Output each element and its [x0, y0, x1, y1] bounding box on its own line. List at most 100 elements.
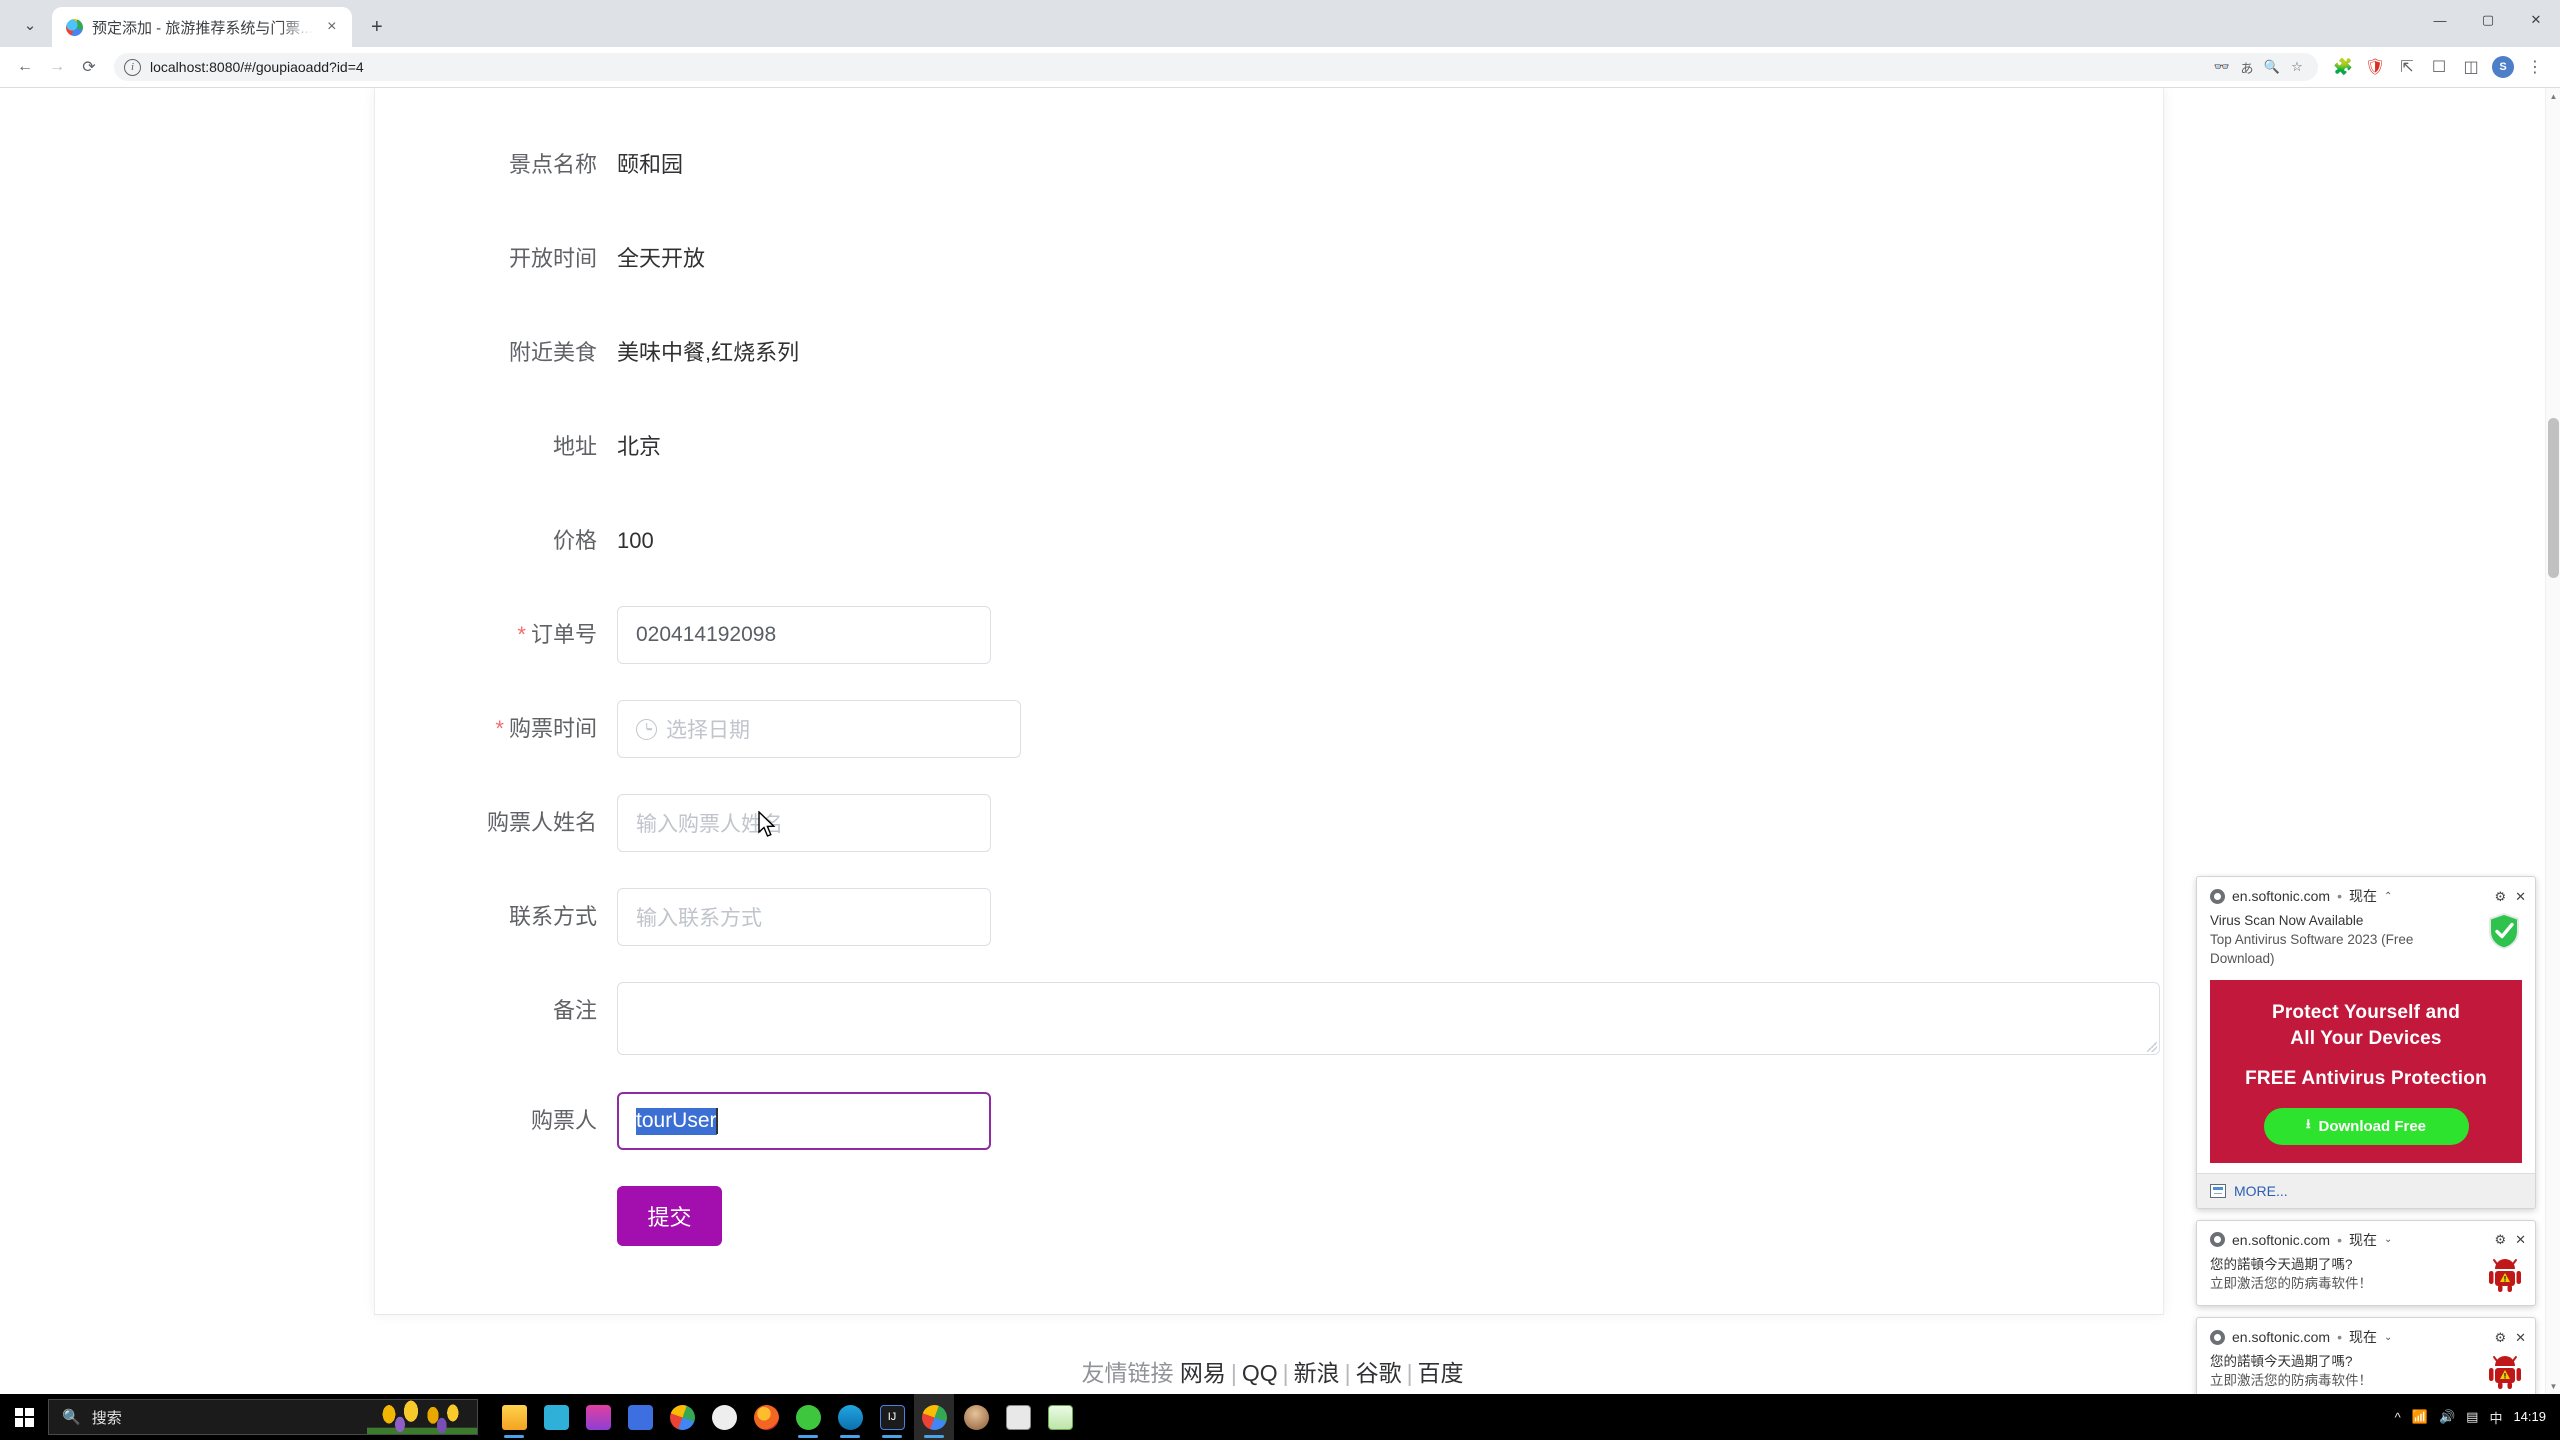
notification-stack: en.softonic.com • 现在 ⌃ ⚙ ✕ Virus Scan No…: [2196, 876, 2536, 1394]
close-window-icon[interactable]: ✕: [2512, 0, 2560, 40]
required-asterisk: *: [517, 622, 526, 647]
forward-icon[interactable]: →: [42, 52, 72, 82]
link-netease[interactable]: 网易: [1180, 1360, 1226, 1386]
address-bar[interactable]: i localhost:8080/#/goupiaoadd?id=4 👓 あ 🔍…: [114, 53, 2318, 81]
contact-input[interactable]: 输入联系方式: [617, 888, 991, 946]
tab-search-button[interactable]: ⌄: [8, 6, 52, 44]
bookmark-star-icon[interactable]: ☆: [2286, 56, 2308, 78]
chrome-icon: [2210, 888, 2225, 904]
link-qq[interactable]: QQ: [1242, 1360, 1278, 1386]
new-tab-button[interactable]: +: [360, 10, 394, 44]
share-icon[interactable]: ⇱: [2392, 52, 2422, 82]
notification-more-link[interactable]: MORE...: [2197, 1172, 2535, 1208]
chevron-up-icon[interactable]: ⌃: [2384, 891, 2392, 902]
buyer-input[interactable]: tourUser: [617, 1092, 991, 1150]
chevron-down-icon[interactable]: ⌄: [2384, 1234, 2392, 1245]
friend-links: 友情链接 网易 | QQ | 新浪 | 谷歌 | 百度: [0, 1354, 2545, 1388]
back-icon[interactable]: ←: [10, 52, 40, 82]
form-row-buy-time: * 购票时间 选择日期: [375, 700, 2163, 794]
extension-puzzle-icon[interactable]: 🧩: [2328, 52, 2358, 82]
taskbar-app-teal[interactable]: [830, 1394, 870, 1440]
site-info-icon[interactable]: i: [124, 58, 141, 76]
cast-icon[interactable]: ☐: [2424, 52, 2454, 82]
scroll-up-icon[interactable]: ▲: [2546, 88, 2560, 104]
calculator-icon: [1005, 1404, 1031, 1430]
close-icon[interactable]: ×: [322, 17, 342, 37]
submit-button[interactable]: 提交: [617, 1186, 722, 1246]
taskbar-app-chrome[interactable]: [662, 1394, 702, 1440]
taskbar-app-wechat[interactable]: [788, 1394, 828, 1440]
shield-icon[interactable]: 🛡: [2360, 52, 2390, 82]
taskbar-app-calculator[interactable]: [998, 1394, 1038, 1440]
label-buyer: 购票人: [530, 1108, 597, 1133]
taskbar-clock[interactable]: 14:19: [2513, 1409, 2546, 1426]
link-separator: |: [1230, 1360, 1237, 1386]
app-teal-icon: [837, 1404, 863, 1430]
red-android-warning-icon: [2489, 1356, 2521, 1390]
gear-icon[interactable]: ⚙: [2494, 1233, 2506, 1246]
notification-toast[interactable]: en.softonic.com • 现在 ⌃ ⚙ ✕ Virus Scan No…: [2196, 876, 2536, 1209]
label-buyer-name: 购票人姓名: [486, 810, 597, 835]
scrollbar-thumb[interactable]: [2548, 418, 2559, 578]
taskbar-app-white[interactable]: [704, 1394, 744, 1440]
taskbar-app-chrome-active[interactable]: [914, 1394, 954, 1440]
notification-ad-banner[interactable]: Protect Yourself and All Your Devices FR…: [2210, 980, 2522, 1163]
gear-icon[interactable]: ⚙: [2494, 1331, 2506, 1344]
menu-kebab-icon[interactable]: ⋮: [2520, 52, 2550, 82]
zoom-icon[interactable]: 🔍: [2261, 56, 2283, 78]
ime-icon[interactable]: 中: [2489, 1408, 2502, 1427]
taskbar-app-brown[interactable]: [956, 1394, 996, 1440]
taskbar-app-pink[interactable]: [578, 1394, 618, 1440]
link-sina[interactable]: 新浪: [1294, 1360, 1340, 1386]
avatar[interactable]: S: [2488, 52, 2518, 82]
notepad-icon: [1047, 1404, 1073, 1430]
glasses-icon[interactable]: 👓: [2211, 56, 2233, 78]
notification-source: en.softonic.com: [2232, 888, 2331, 904]
reload-icon[interactable]: ⟳: [74, 52, 104, 82]
form-row-price: 价格 100: [375, 512, 2163, 606]
up-chevron-icon[interactable]: ^: [2395, 1410, 2401, 1425]
gear-icon[interactable]: ⚙: [2494, 890, 2506, 903]
page-scrollbar[interactable]: ▲ ▼: [2545, 88, 2560, 1394]
chevron-down-icon[interactable]: ⌄: [2384, 1332, 2392, 1343]
notification-toast[interactable]: en.softonic.com • 现在 ⌄ ⚙ ✕ 您的諾頓今天過期了嗎? 立…: [2196, 1219, 2536, 1307]
tab-title: 预定添加 - 旅游推荐系统与门票...: [92, 19, 313, 37]
link-baidu[interactable]: 百度: [1418, 1360, 1464, 1386]
buyer-name-input[interactable]: 输入购票人姓名: [617, 794, 991, 852]
maximize-icon[interactable]: ▢: [2464, 0, 2512, 40]
close-icon[interactable]: ✕: [2515, 890, 2526, 903]
link-google[interactable]: 谷歌: [1356, 1360, 1402, 1386]
notification-title: Virus Scan Now Available: [2210, 913, 2364, 928]
scroll-down-icon[interactable]: ▼: [2546, 1378, 2560, 1394]
network-icon[interactable]: 📶: [2412, 1409, 2428, 1425]
minimize-icon[interactable]: —: [2416, 0, 2464, 40]
download-free-label: Download Free: [2318, 1117, 2427, 1135]
battery-icon[interactable]: ▤: [2466, 1409, 2478, 1425]
remark-textarea[interactable]: [617, 982, 2160, 1055]
label-address: 地址: [552, 434, 597, 459]
window-split-icon[interactable]: ◫: [2456, 52, 2486, 82]
system-tray: ^ 📶 🔊 ▤ 中 14:19: [2395, 1408, 2560, 1427]
app-p-icon: [627, 1404, 653, 1430]
taskbar-app-firefox[interactable]: [746, 1394, 786, 1440]
browser-tab[interactable]: 预定添加 - 旅游推荐系统与门票... ×: [52, 7, 352, 47]
close-icon[interactable]: ✕: [2515, 1331, 2526, 1344]
taskbar-app-blue[interactable]: [536, 1394, 576, 1440]
search-icon: 🔍: [62, 1409, 81, 1426]
taskbar-app-notepad[interactable]: [1040, 1394, 1080, 1440]
buy-time-datepicker[interactable]: 选择日期: [617, 700, 1021, 758]
app-running-indicator: [840, 1435, 860, 1438]
notification-dot: •: [2337, 1329, 2342, 1346]
link-separator: |: [1406, 1360, 1413, 1386]
close-icon[interactable]: ✕: [2515, 1233, 2526, 1246]
download-free-button[interactable]: ⭳ Download Free: [2263, 1107, 2469, 1145]
taskbar-app-file-explorer[interactable]: [494, 1394, 534, 1440]
taskbar-app-p[interactable]: [620, 1394, 660, 1440]
start-button[interactable]: [0, 1394, 48, 1440]
notification-toast[interactable]: en.softonic.com • 现在 ⌄ ⚙ ✕ 您的諾頓今天過期了嗎? 立…: [2196, 1317, 2536, 1394]
taskbar-app-intellij[interactable]: IJ: [872, 1394, 912, 1440]
volume-icon[interactable]: 🔊: [2439, 1409, 2455, 1425]
taskbar-search[interactable]: 🔍 搜索: [48, 1399, 478, 1435]
translate-icon[interactable]: あ: [2236, 56, 2258, 78]
order-no-input[interactable]: 020414192098: [617, 606, 991, 664]
